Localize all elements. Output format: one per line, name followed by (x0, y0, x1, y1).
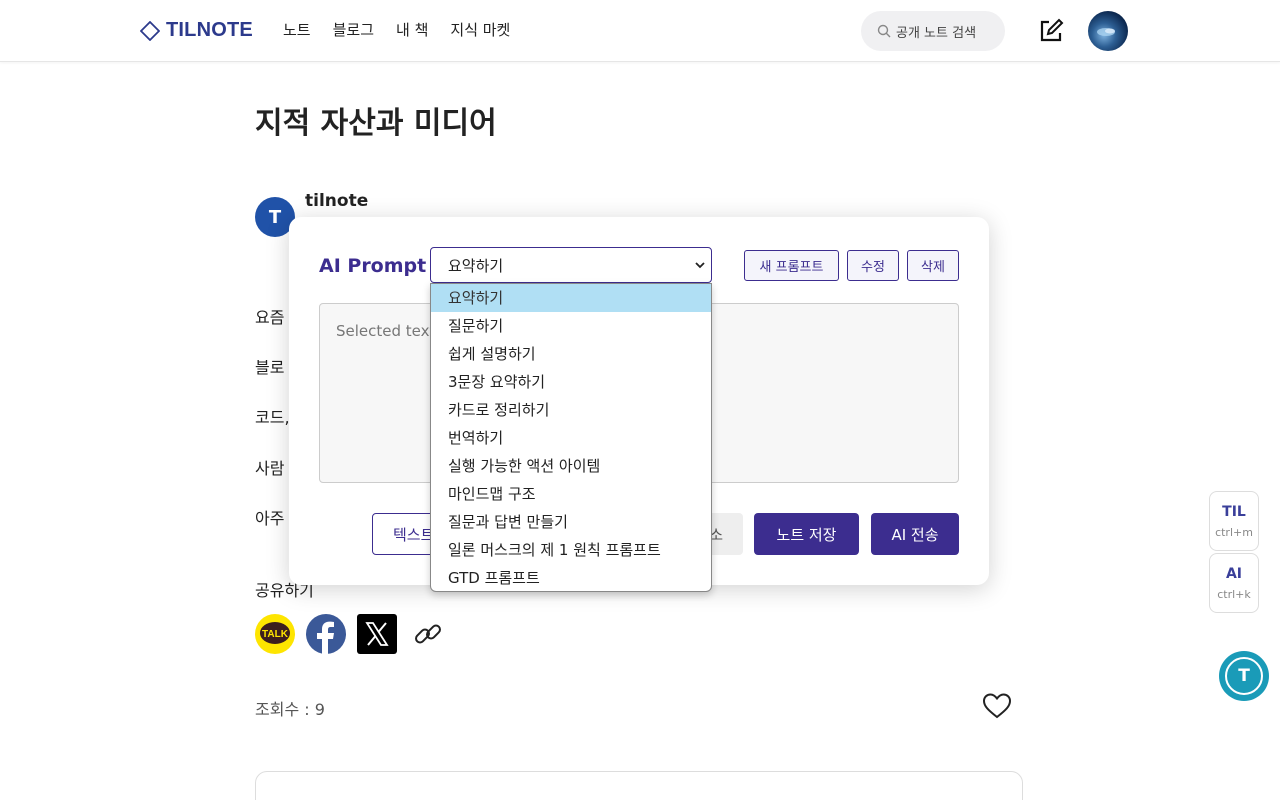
prompt-option[interactable]: GTD 프롬프트 (431, 564, 711, 591)
body-line: 사람 (255, 459, 285, 478)
til-float-button[interactable]: TIL ctrl+m (1209, 491, 1259, 551)
kakao-talk-icon: TALK (255, 614, 295, 654)
prompt-select[interactable]: 요약하기 (430, 247, 712, 283)
search-box[interactable]: 공개 노트 검색 (861, 11, 1005, 51)
kakao-label: TALK (262, 629, 289, 640)
main-nav: 노트 블로그 내 책 지식 마켓 (283, 19, 510, 40)
link-icon (415, 624, 441, 644)
avatar-image-icon (1097, 28, 1115, 36)
ai-label: AI (1225, 565, 1243, 582)
top-header: TILNOTE 노트 블로그 내 책 지식 마켓 공개 노트 검색 (0, 0, 1280, 62)
til-shortcut: ctrl+m (1215, 525, 1253, 539)
ai-send-button[interactable]: AI 전송 (871, 513, 959, 555)
prompt-option[interactable]: 번역하기 (431, 424, 711, 452)
like-heart-icon[interactable] (981, 690, 1013, 722)
prompt-option[interactable]: 일론 머스크의 제 1 원칙 프롬프트 (431, 536, 711, 564)
til-label: TIL (1222, 503, 1246, 520)
prompt-option[interactable]: 쉽게 설명하기 (431, 340, 711, 368)
prompt-option[interactable]: 3문장 요약하기 (431, 368, 711, 396)
prompt-option[interactable]: 질문과 답변 만들기 (431, 508, 711, 536)
view-count: 조회수 : 9 (255, 700, 325, 719)
comment-card (255, 771, 1023, 800)
logo[interactable]: TILNOTE (140, 19, 253, 42)
body-line: 블로 (255, 358, 285, 377)
kakao-share-button[interactable]: TALK (255, 614, 295, 654)
save-note-button[interactable]: 노트 저장 (754, 513, 859, 555)
share-icons: TALK (255, 614, 448, 654)
prompt-select-value: 요약하기 (448, 256, 504, 275)
body-line: 코드, (255, 408, 290, 427)
body-line: 아주 (255, 509, 285, 528)
modal-title: AI Prompt (319, 255, 427, 277)
nav-item-notes[interactable]: 노트 (283, 19, 311, 40)
user-avatar[interactable] (1088, 11, 1128, 51)
search-placeholder: 공개 노트 검색 (896, 25, 977, 41)
prompt-option[interactable]: 요약하기 (431, 284, 711, 312)
nav-item-blog[interactable]: 블로그 (333, 19, 374, 40)
x-twitter-icon (357, 614, 397, 654)
new-prompt-button[interactable]: 새 프롬프트 (744, 250, 839, 281)
page-title: 지적 자산과 미디어 (255, 106, 497, 141)
prompt-option[interactable]: 질문하기 (431, 312, 711, 340)
copy-link-button[interactable] (408, 614, 448, 654)
diamond-logo-icon (140, 20, 160, 41)
author-name[interactable]: tilnote (305, 191, 368, 211)
prompt-options-list: 요약하기 질문하기 쉽게 설명하기 3문장 요약하기 카드로 정리하기 번역하기… (430, 283, 712, 592)
ai-shortcut: ctrl+k (1217, 587, 1251, 601)
til-circle-initial: T (1225, 657, 1263, 695)
prompt-option[interactable]: 실행 가능한 액션 아이템 (431, 452, 711, 480)
edit-prompt-button[interactable]: 수정 (847, 250, 899, 281)
body-line: 요즘 (255, 308, 285, 327)
delete-prompt-button[interactable]: 삭제 (907, 250, 959, 281)
nav-item-my-book[interactable]: 내 책 (396, 19, 428, 40)
nav-item-market[interactable]: 지식 마켓 (450, 19, 510, 40)
til-circle-button[interactable]: T (1219, 651, 1269, 701)
facebook-icon (306, 614, 346, 654)
logo-text: TILNOTE (166, 19, 253, 41)
ai-float-button[interactable]: AI ctrl+k (1209, 553, 1259, 613)
facebook-share-button[interactable] (306, 614, 346, 654)
prompt-option[interactable]: 마인드맵 구조 (431, 480, 711, 508)
new-note-icon[interactable] (1037, 17, 1065, 45)
search-icon (877, 24, 891, 38)
prompt-option[interactable]: 카드로 정리하기 (431, 396, 711, 424)
chevron-down-icon (695, 262, 705, 269)
x-share-button[interactable] (357, 614, 397, 654)
